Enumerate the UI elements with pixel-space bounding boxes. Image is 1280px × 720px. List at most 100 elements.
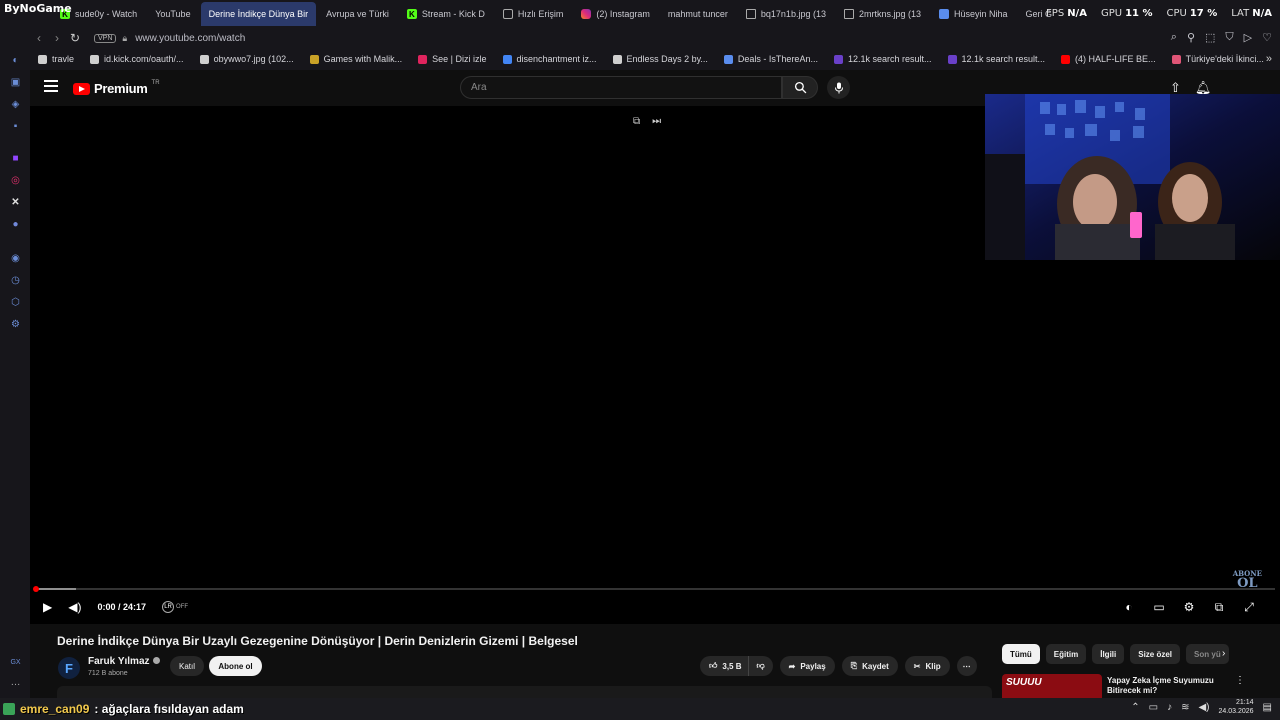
bookmark-item[interactable]: Türkiye'deki İkinci... xyxy=(1164,54,1272,64)
recommendation-menu-icon[interactable]: ⋮ xyxy=(1235,675,1245,686)
extensions-icon[interactable]: ⬡ xyxy=(9,296,22,309)
bookmark-item[interactable]: Games with Malik... xyxy=(302,54,411,64)
bag-icon[interactable]: ▣ xyxy=(9,76,22,89)
instagram-icon[interactable]: ◎ xyxy=(9,174,22,187)
clip-button[interactable]: ✂ Klip xyxy=(904,656,950,676)
bookmark-item[interactable]: travle xyxy=(30,54,82,64)
dislike-button[interactable]: 👎︎ xyxy=(747,656,773,676)
shield-icon[interactable]: ⛉ xyxy=(1225,31,1233,44)
wifi-icon[interactable]: ≋ xyxy=(1181,702,1189,713)
vpn-badge[interactable]: VPN xyxy=(94,33,117,43)
thumbs-down-icon: 👎︎ xyxy=(756,661,765,670)
play-button[interactable]: ▶ xyxy=(43,600,52,614)
performance-overlay: FPS N/A GPU 11 % CPU 17 % LAT N/A xyxy=(1046,8,1272,19)
twitch-icon[interactable]: ■ xyxy=(9,152,22,165)
channel-name[interactable]: Faruk Yılmaz xyxy=(88,656,160,667)
chip-all[interactable]: Tümü xyxy=(1002,644,1040,664)
voice-search-button[interactable] xyxy=(827,76,850,99)
notifications-icon[interactable]: ▤ xyxy=(1263,702,1272,713)
player-icon[interactable]: ◉ xyxy=(9,252,22,265)
share-button[interactable]: ➦ Paylaş xyxy=(779,656,835,676)
recommendation-thumbnail[interactable]: SUUUU xyxy=(1002,674,1102,698)
system-tray: ⌃ ▭ ♪ ≋ ◀︎) 21:14 24.03.2026 ▤ xyxy=(1131,699,1272,717)
bookmarks-overflow-icon[interactable]: » xyxy=(1266,53,1272,65)
more-icon[interactable]: … xyxy=(9,676,22,689)
mic-icon[interactable]: ♪ xyxy=(1167,702,1172,713)
recommendation-title[interactable]: Yapay Zeka İçme Suyumuzu Bitirecek mi? xyxy=(1107,676,1222,698)
bookmark-item[interactable]: id.kick.com/oauth/... xyxy=(82,54,192,64)
bookmark-item[interactable]: disenchantment iz... xyxy=(495,54,605,64)
back-button[interactable]: ‹ xyxy=(30,31,48,45)
url-field[interactable]: www.youtube.com/watch xyxy=(135,33,245,44)
join-button[interactable]: Katıl xyxy=(170,656,204,676)
bookmark-item[interactable]: See | Dizi izle xyxy=(410,54,494,64)
heart-icon[interactable]: ♡ xyxy=(1262,31,1272,44)
bookmark-item[interactable]: (4) HALF-LIFE BE... xyxy=(1053,54,1164,64)
browser-tab[interactable]: mahmut tuncer xyxy=(30,2,736,80)
description-box[interactable] xyxy=(57,686,992,698)
zoom-icon[interactable]: ⌕ xyxy=(1171,31,1177,44)
browser-tab[interactable]: Avrupa ve Türki xyxy=(30,2,397,80)
gx-icon[interactable]: GX xyxy=(9,656,22,669)
settings-icon[interactable]: ⚙ xyxy=(9,318,22,331)
menu-icon[interactable] xyxy=(44,80,58,92)
next-video-icon[interactable]: ⏭︎ xyxy=(652,116,661,127)
browser-tab[interactable]: YouTube xyxy=(30,2,198,80)
lock-icon[interactable]: 🔒︎ xyxy=(122,33,127,44)
m-icon[interactable]: ▪ xyxy=(9,120,22,133)
more-actions-button[interactable]: ⋯ xyxy=(956,656,977,676)
messenger-icon[interactable]: ◐ xyxy=(9,54,22,67)
bookmark-favicon-icon xyxy=(723,54,733,64)
subscribe-button[interactable]: Abone ol xyxy=(209,656,262,676)
tab-label: sude0y - Watch xyxy=(75,9,138,19)
browser-tab[interactable]: (2) Instagram xyxy=(573,2,658,26)
bookmark-item[interactable]: obywwo7.jpg (102... xyxy=(192,54,302,64)
tray-chevron-icon[interactable]: ⌃ xyxy=(1131,702,1139,713)
browser-tab[interactable]: Hızlı Erişim xyxy=(495,2,572,26)
chevron-right-icon[interactable]: › xyxy=(1222,648,1225,659)
progress-bar[interactable] xyxy=(33,586,1275,592)
browser-tab[interactable]: Derine İndikçe Dünya Bir xyxy=(30,2,317,80)
browser-tab[interactable]: bq17n1b.jpg (13 xyxy=(738,2,834,26)
chip-for-you[interactable]: Size özel xyxy=(1130,644,1181,664)
clock[interactable]: 21:14 24.03.2026 xyxy=(1219,699,1254,717)
snapshot-icon[interactable]: ⬚ xyxy=(1205,31,1215,44)
search-input[interactable]: Ara xyxy=(460,76,782,99)
forward-button[interactable]: › xyxy=(48,31,66,45)
bookmark-item[interactable]: 12.1k search result... xyxy=(826,54,940,64)
save-button[interactable]: ⎘ Kaydet xyxy=(841,656,898,676)
fullscreen-icon[interactable]: ⤢ xyxy=(1242,600,1256,614)
bookmark-item[interactable]: Deals - IsThereAn... xyxy=(716,54,826,64)
language-reactor-toggle[interactable]: LR OFF xyxy=(162,601,188,613)
x-icon[interactable]: ✕ xyxy=(9,196,22,209)
chat-overlay: emre_can09 : ağaçlara fısıldayan adam xyxy=(0,698,244,720)
reload-button[interactable]: ↻ xyxy=(66,31,84,45)
miniplayer-button[interactable]: ⧉ xyxy=(1212,600,1226,614)
bookmark-icon[interactable]: ⚲ xyxy=(1187,31,1195,44)
browser-tab[interactable]: 2mrtkns.jpg (13 xyxy=(836,2,929,26)
channel-avatar[interactable]: F xyxy=(58,657,80,679)
thumbs-up-icon: 👍︎ xyxy=(709,661,718,670)
discord-icon[interactable]: ● xyxy=(9,218,22,231)
youtube-logo[interactable]: Premium TR xyxy=(73,80,160,96)
browser-tab[interactable]: K Stream - Kick D xyxy=(399,2,493,26)
chip-education[interactable]: Eğitim xyxy=(1045,644,1087,664)
network-icon[interactable]: ▭ xyxy=(1149,702,1158,713)
volume-icon[interactable]: ◀︎) xyxy=(68,600,81,614)
play-icon[interactable]: ▷ xyxy=(1244,31,1252,44)
subscribe-watermark[interactable]: ABONE OL xyxy=(1233,570,1262,590)
like-button[interactable]: 👍︎ 3,5 B xyxy=(700,656,748,676)
autoplay-toggle[interactable]: ◐ xyxy=(1122,600,1136,614)
browser-tab[interactable]: Hüseyin Niha xyxy=(931,2,1016,26)
bookmark-item[interactable]: Endless Days 2 by... xyxy=(605,54,716,64)
settings-icon[interactable]: ⚙ xyxy=(1182,600,1196,614)
speaker-icon[interactable]: ◀︎) xyxy=(1198,702,1209,713)
miniplayer-icon[interactable]: ⧉ xyxy=(633,116,640,127)
history-icon[interactable]: ◷ xyxy=(9,274,22,287)
bookmark-item[interactable]: 12.1k search result... xyxy=(940,54,1054,64)
search-button[interactable] xyxy=(782,76,818,99)
subtitles-icon[interactable]: ▭ xyxy=(1152,600,1166,614)
chip-related[interactable]: İlgili xyxy=(1092,644,1125,664)
cube-icon[interactable]: ◈ xyxy=(9,98,22,111)
address-bar: ‹ › ↻ VPN 🔒︎ www.youtube.com/watch ⌕ ⚲ ⬚… xyxy=(30,28,1280,48)
